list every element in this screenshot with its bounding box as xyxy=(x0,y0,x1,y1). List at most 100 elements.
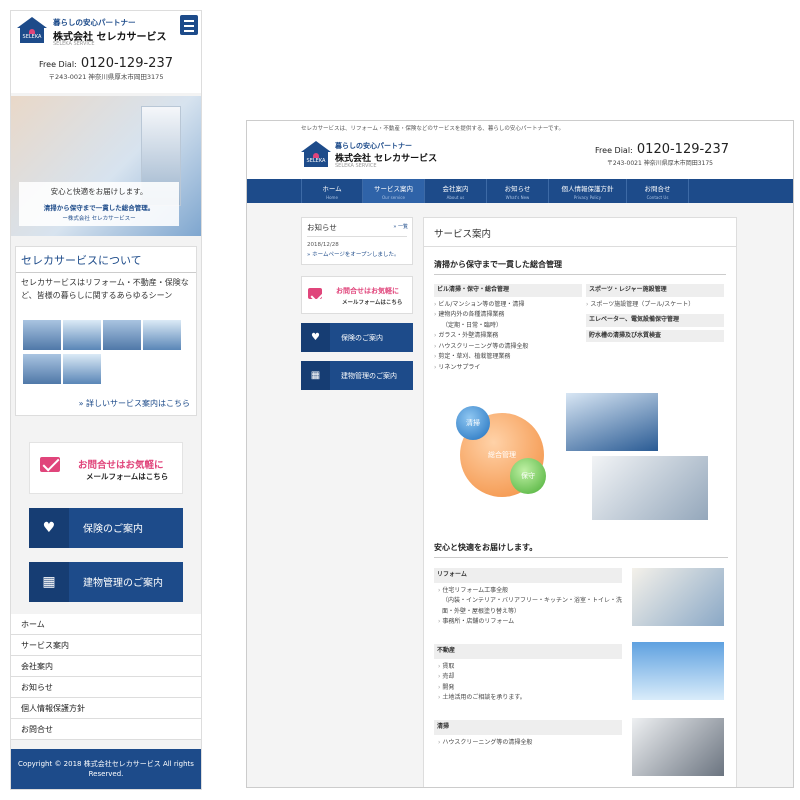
heart-icon: ♥ xyxy=(29,508,69,548)
insurance-button[interactable]: ♥ 保険のご案内 xyxy=(29,508,183,548)
service-column-1: ビル清掃・保守・総合管理 ビル/マンション等の管理・清掃 建物内外の各種清掃業務… xyxy=(434,284,582,373)
nav-item-contact[interactable]: お問合せ Contact Us xyxy=(627,179,689,203)
list-item: 剪定・草刈、植栽管理業務 xyxy=(434,352,582,363)
list-item: リネンサプライ xyxy=(434,363,582,374)
desktop-header: セレカサービスは、リフォーム・不動産・保険などのサービスを提供する、暮らしの安心… xyxy=(247,121,793,179)
building-label: 建物管理のご案内 xyxy=(83,578,163,589)
tagline: 暮らしの安心パートナー xyxy=(335,142,412,150)
news-date: 2018/12/28 xyxy=(307,242,339,248)
mail-cta-sub: メールフォームはこちら xyxy=(342,300,403,306)
free-dial[interactable]: Free Dial: 0120-129-237 xyxy=(595,142,729,157)
hero-textbox: 安心と快適をお届けします。 清掃から保守まで一貫した総合管理。 ー株式会社 セレ… xyxy=(19,182,179,226)
tagline: 暮らしの安心パートナー xyxy=(53,18,136,27)
thumbnail[interactable] xyxy=(143,320,181,350)
cleaning-photo xyxy=(592,456,708,520)
nav-item-home[interactable]: ホーム Home xyxy=(301,179,363,203)
about-section: セレカサービスについて セレカサービスはリフォーム・不動産・保険など、皆様の暮ら… xyxy=(15,246,197,416)
mail-cta-title: お問合せはお気軽に xyxy=(336,287,399,295)
hamburger-menu-button[interactable] xyxy=(180,15,198,35)
circle-cleaning: 清掃 xyxy=(456,406,490,440)
mobile-view: SELEKA 暮らしの安心パートナー 株式会社 セレカサービス SELEKA S… xyxy=(10,10,202,790)
nav-item-privacy[interactable]: 個人情報保護方針 xyxy=(11,698,201,719)
category-label: ビル清掃・保守・総合管理 xyxy=(434,284,582,297)
nav-item-privacy[interactable]: 個人情報保護方針 Privacy Policy xyxy=(549,179,627,203)
thumbnail[interactable] xyxy=(63,354,101,384)
mail-cta[interactable]: お問合せはお気軽に メールフォームはこちら xyxy=(29,442,183,494)
list-item: ハウスクリーニング等の清掃全般 xyxy=(434,342,582,353)
estate-photo xyxy=(632,642,724,700)
news-box: お知らせ » 一覧 2018/12/28 » ホームページをオープンしました。 xyxy=(301,217,413,265)
hero-banner: 安心と快適をお届けします。 清掃から保守まで一貫した総合管理。 ー株式会社 セレ… xyxy=(11,96,201,236)
news-list-link[interactable]: » 一覧 xyxy=(393,223,408,230)
nav-item-news[interactable]: お知らせ What's New xyxy=(487,179,549,203)
list-item: スポーツ施設管理（プール/スケート） xyxy=(586,300,724,311)
nav-item-company[interactable]: 会社案内 xyxy=(11,656,201,677)
building-button[interactable]: ▦ 建物管理のご案内 xyxy=(301,361,413,390)
sidebar: お知らせ » 一覧 2018/12/28 » ホームページをオープンしました。 … xyxy=(301,217,413,390)
hero-line3: ー株式会社 セレカサービスー xyxy=(62,216,136,222)
category-label: リフォーム xyxy=(434,568,622,583)
company-sub: SELEKA SERVICE xyxy=(335,163,377,169)
address: 〒243-0021 神奈川県厚木市岡田3175 xyxy=(48,73,164,81)
page-title: サービス案内 xyxy=(424,218,736,247)
thumbnail[interactable] xyxy=(63,320,101,350)
insurance-label: 保険のご案内 xyxy=(83,524,143,535)
category-label: エレベーター、電気設備保守管理 xyxy=(586,314,724,327)
thumbnail[interactable] xyxy=(23,320,61,350)
building-photo xyxy=(566,393,658,451)
reform-photo xyxy=(632,568,724,626)
company-sub: SELEKA SERVICE xyxy=(53,41,95,47)
building-button[interactable]: ▦ 建物管理のご案内 xyxy=(29,562,183,602)
logo-icon[interactable]: SELEKA xyxy=(301,141,331,167)
nav-item-home[interactable]: ホーム xyxy=(11,614,201,635)
mail-icon xyxy=(40,457,60,472)
list-item: ビル/マンション等の管理・清掃 xyxy=(434,300,582,311)
category-label: 貯水槽の清掃及び水質検査 xyxy=(586,329,724,342)
footer-copyright: Copyright © 2018 株式会社セレカサービス All rights … xyxy=(11,749,201,789)
desktop-view: セレカサービスは、リフォーム・不動産・保険などのサービスを提供する、暮らしの安心… xyxy=(246,120,794,788)
nav-item-contact[interactable]: お問合せ xyxy=(11,719,201,740)
about-text: セレカサービスはリフォーム・不動産・保険など、皆様の暮らしに関するあらゆるシーン xyxy=(21,278,189,300)
building-label: 建物管理のご案内 xyxy=(341,372,397,380)
header-topline: セレカサービスは、リフォーム・不動産・保険などのサービスを提供する、暮らしの安心… xyxy=(301,126,564,132)
section-heading: 清掃から保守まで一貫した総合管理 xyxy=(434,259,726,275)
service-thumbnails xyxy=(22,319,190,387)
mobile-header: SELEKA 暮らしの安心パートナー 株式会社 セレカサービス SELEKA S… xyxy=(11,11,201,93)
mobile-nav: ホーム サービス案内 会社案内 お知らせ 個人情報保護方針 お問合せ xyxy=(11,614,201,740)
news-item-link[interactable]: » ホームページをオープンしました。 xyxy=(307,250,407,258)
mail-cta[interactable]: お問合せはお気軽に メールフォームはこちら xyxy=(301,276,413,314)
list-item: （定期・日常・臨時） xyxy=(442,321,503,329)
insurance-button[interactable]: ♥ 保険のご案内 xyxy=(301,323,413,352)
desktop-nav: ホーム Home サービス案内 Our service 会社案内 About us お… xyxy=(247,179,793,203)
nav-item-company[interactable]: 会社案内 About us xyxy=(425,179,487,203)
hero-line2: 清掃から保守まで一貫した総合管理。 xyxy=(43,204,155,212)
building-icon: ▦ xyxy=(29,562,69,602)
free-dial[interactable]: Free Dial: 0120-129-237 xyxy=(11,56,201,71)
address: 〒243-0021 神奈川県厚木市岡田3175 xyxy=(606,160,713,167)
list-item: （内装・インテリア・バリアフリー・キッチン・浴室・トイレ・洗面・外壁・屋根塗り替… xyxy=(442,597,623,615)
insurance-label: 保険のご案内 xyxy=(341,334,383,342)
list-item: ガラス・外壁清掃業務 xyxy=(434,331,582,342)
hero-line1: 安心と快適をお届けします。 xyxy=(50,187,148,196)
news-title: お知らせ xyxy=(307,222,407,237)
logo-icon[interactable]: SELEKA xyxy=(17,17,47,43)
section-heading: 安心と快適をお届けします。 xyxy=(434,542,728,558)
nav-item-news[interactable]: お知らせ xyxy=(11,677,201,698)
building-icon: ▦ xyxy=(301,361,330,390)
circle-maintenance: 保守 xyxy=(510,458,546,494)
category-label: 不動産 xyxy=(434,644,622,659)
list-item: 建物内外の各種清掃業務 xyxy=(434,310,582,321)
service-column-2: スポーツ・レジャー施設管理 スポーツ施設管理（プール/スケート） エレベーター、… xyxy=(586,284,724,345)
category-label: スポーツ・レジャー施設管理 xyxy=(586,284,724,297)
thumbnail[interactable] xyxy=(103,320,141,350)
more-services-link[interactable]: » 詳しいサービス案内はこちら xyxy=(79,398,190,409)
category-label: 清掃 xyxy=(434,720,622,735)
mail-cta-sub: メールフォームはこちら xyxy=(86,472,169,481)
about-title: セレカサービスについて xyxy=(16,247,196,273)
nav-item-services[interactable]: サービス案内 Our service xyxy=(363,179,425,203)
main-content: サービス案内 清掃から保守まで一貫した総合管理 ビル清掃・保守・総合管理 ビル/… xyxy=(423,217,737,787)
nav-item-services[interactable]: サービス案内 xyxy=(11,635,201,656)
heart-icon: ♥ xyxy=(301,323,330,352)
thumbnail[interactable] xyxy=(23,354,61,384)
floor-cleaning-photo xyxy=(632,718,724,776)
